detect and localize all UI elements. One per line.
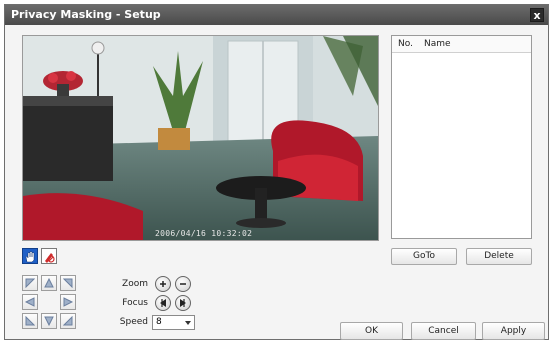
speed-label: Speed <box>119 317 148 327</box>
dialog-content: 2006/04/16 10:32:02 No. Name GoTo Delete <box>5 25 548 340</box>
ptz-down-right-button[interactable] <box>60 313 76 329</box>
ptz-up-right-button[interactable] <box>60 275 76 291</box>
column-header-no[interactable]: No. <box>398 36 413 52</box>
zoom-label: Zoom <box>122 279 148 289</box>
arrow-right-icon <box>63 297 73 307</box>
hand-icon <box>25 251 35 263</box>
ptz-down-left-button[interactable] <box>22 313 38 329</box>
ptz-up-button[interactable] <box>41 275 57 291</box>
mask-list[interactable]: No. Name <box>391 35 532 239</box>
focus-label: Focus <box>122 298 148 308</box>
arrow-down-icon <box>44 316 54 326</box>
close-icon: x <box>533 9 541 22</box>
zoom-out-button[interactable] <box>175 276 191 292</box>
close-button[interactable]: x <box>530 8 544 22</box>
ok-button[interactable]: OK <box>340 322 403 340</box>
draw-mask-tool-button[interactable] <box>41 248 57 264</box>
ptz-right-button[interactable] <box>60 294 76 310</box>
focus-far-button[interactable] <box>175 295 191 311</box>
title-bar[interactable]: Privacy Masking - Setup x <box>5 5 548 25</box>
focus-near-icon <box>160 299 166 307</box>
arrow-up-icon <box>44 278 54 288</box>
plus-icon <box>160 281 166 287</box>
column-header-name[interactable]: Name <box>424 36 451 52</box>
arrow-left-icon <box>25 297 35 307</box>
dialog-title: Privacy Masking - Setup <box>11 8 161 21</box>
privacy-masking-dialog: Privacy Masking - Setup x 2006/04/16 10:… <box>4 4 549 340</box>
focus-near-button[interactable] <box>155 295 171 311</box>
list-header: No. Name <box>392 36 531 53</box>
video-timestamp: 2006/04/16 10:32:02 <box>155 229 253 238</box>
focus-far-icon <box>180 299 186 307</box>
camera-video-view[interactable]: 2006/04/16 10:32:02 <box>22 35 379 241</box>
arrow-up-right-icon <box>63 278 73 288</box>
ptz-left-button[interactable] <box>22 294 38 310</box>
arrow-down-right-icon <box>63 316 73 326</box>
ptz-up-left-button[interactable] <box>22 275 38 291</box>
speed-select[interactable]: 8 <box>152 315 195 330</box>
select-tool-button[interactable] <box>22 248 38 264</box>
arrow-down-left-icon <box>25 316 35 326</box>
ptz-down-button[interactable] <box>41 313 57 329</box>
camera-scene-image <box>23 36 378 240</box>
minus-icon <box>180 283 186 285</box>
goto-button[interactable]: GoTo <box>391 248 457 265</box>
cancel-button[interactable]: Cancel <box>411 322 476 340</box>
apply-button[interactable]: Apply <box>482 322 545 340</box>
chevron-down-icon <box>185 321 191 325</box>
pen-erase-icon <box>45 253 55 263</box>
arrow-up-left-icon <box>25 278 35 288</box>
delete-button[interactable]: Delete <box>466 248 532 265</box>
zoom-in-button[interactable] <box>155 276 171 292</box>
speed-value: 8 <box>156 317 162 327</box>
